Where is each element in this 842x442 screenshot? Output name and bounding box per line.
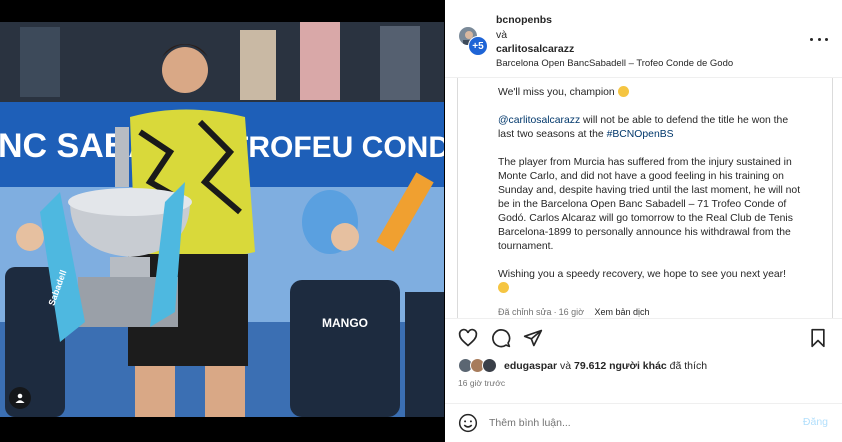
see-translation-link[interactable]: Xem bản dịch [595, 307, 650, 317]
caption-meta: Đã chỉnh sửa · 16 giờ Xem bản dịch [498, 307, 650, 317]
avatar [482, 358, 497, 373]
comment-button[interactable] [491, 328, 511, 348]
comment-bar: Đăng [445, 403, 842, 442]
caption-paragraph-4: Wishing you a speedy recovery, we hope t… [498, 269, 787, 280]
dot-icon [825, 37, 828, 41]
sad-face-emoji-icon [617, 86, 629, 97]
separator: · [553, 307, 557, 317]
avatar-badge: +5 [468, 36, 488, 56]
liker-username[interactable]: edugaspar [504, 360, 557, 372]
post-side-panel: +5 bcnopenbs và carlitosalcarazz Barcelo… [445, 0, 842, 442]
header-names: bcnopenbs và carlitosalcarazz Barcelona … [496, 13, 733, 71]
caption-line-1: We'll miss you, champion [498, 87, 615, 98]
comment-input[interactable] [489, 413, 779, 433]
svg-text:MANGO: MANGO [322, 316, 368, 330]
likes-connector: và [557, 359, 575, 372]
dot-icon [817, 37, 821, 41]
location-link[interactable]: Barcelona Open BancSabadell – Trofeo Con… [496, 57, 733, 72]
caption-panel[interactable]: We'll miss you, champion @carlitosalcara… [457, 78, 833, 318]
emoji-button[interactable] [458, 413, 478, 433]
edited-label: Đã chỉnh sửa [498, 307, 552, 317]
conjunction-text: và [496, 28, 508, 41]
comment-icon [492, 329, 511, 348]
username-link[interactable]: bcnopenbs [496, 14, 552, 26]
emoji-icon [458, 413, 478, 433]
bookmark-icon [811, 328, 825, 348]
instagram-post-modal: NC SABADE TROFEU CONDE DE MANGO [0, 0, 842, 442]
username-link[interactable]: carlitosalcarazz [496, 43, 574, 55]
like-button[interactable] [458, 328, 478, 348]
tagged-users-icon[interactable] [9, 387, 31, 409]
share-button[interactable] [523, 328, 543, 348]
send-icon [523, 329, 543, 347]
likes-summary[interactable]: edugaspar và 79.612 người khác đã thích [458, 358, 707, 373]
more-options-button[interactable] [810, 33, 828, 45]
post-comment-button[interactable]: Đăng [803, 416, 828, 428]
likes-count[interactable]: 79.612 người khác [574, 360, 667, 372]
banner-text-right: TROFEU CONDE DE [230, 131, 444, 164]
liker-avatars [458, 358, 500, 373]
caption-paragraph-3: The player from Murcia has suffered from… [498, 157, 801, 252]
likes-suffix: đã thích [666, 359, 708, 372]
smile-emoji-icon [498, 282, 509, 293]
dot-icon [810, 37, 813, 41]
caption-time: 16 giờ [558, 307, 584, 317]
caption-text: We'll miss you, champion @carlitosalcara… [458, 78, 832, 296]
collab-avatars[interactable]: +5 [458, 26, 488, 56]
post-photo-illustration: NC SABADE TROFEU CONDE DE MANGO [0, 22, 444, 417]
action-bar [445, 318, 842, 354]
hashtag-link[interactable]: #BCNOpenBS [607, 129, 674, 140]
post-time[interactable]: 16 giờ trước [458, 378, 505, 388]
mention-link[interactable]: @carlitosalcarazz [498, 115, 580, 126]
post-header: +5 bcnopenbs và carlitosalcarazz Barcelo… [445, 0, 842, 78]
post-photo[interactable]: NC SABADE TROFEU CONDE DE MANGO [0, 22, 444, 417]
ball-kid-right [405, 292, 444, 417]
save-button[interactable] [808, 328, 828, 348]
heart-icon [458, 328, 478, 347]
